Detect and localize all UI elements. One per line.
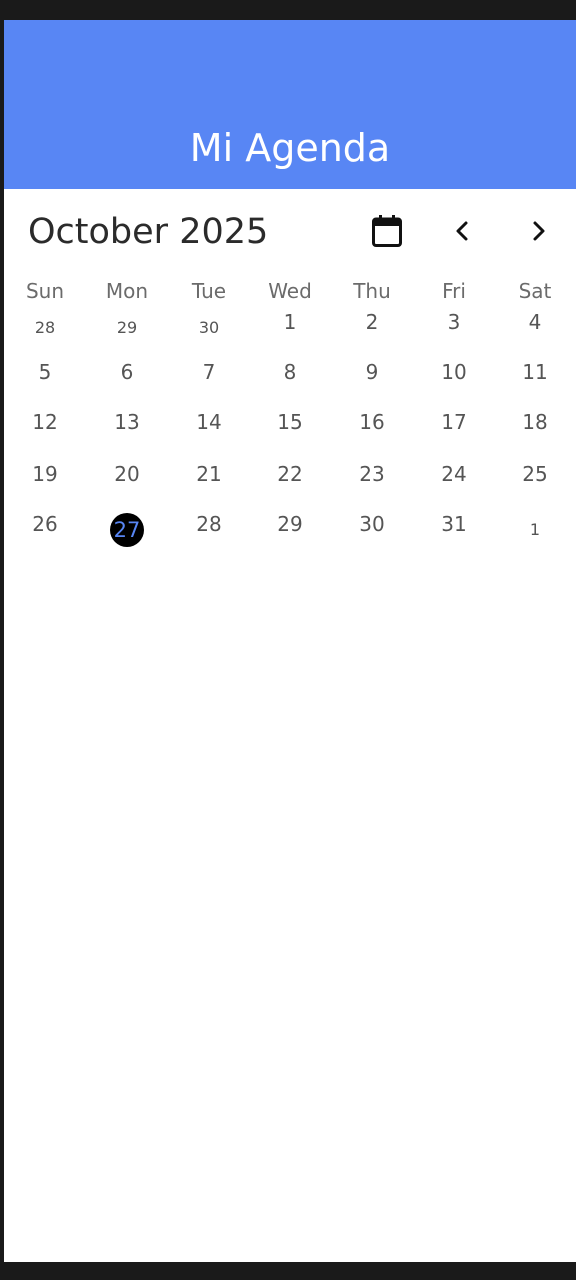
calendar-day[interactable]: 20 [86, 452, 168, 496]
weekday-label: Sun [25, 279, 65, 303]
calendar-day[interactable]: 5 [4, 350, 86, 394]
next-month-button[interactable] [518, 211, 558, 251]
calendar-day[interactable]: 18 [494, 400, 576, 444]
calendar-day[interactable]: 28 [4, 306, 86, 350]
weekday-label: Mon [105, 279, 149, 303]
calendar-grid: 28 29 30 1 2 3 4 5 6 7 8 9 10 11 12 13 1… [4, 306, 576, 566]
calendar-day[interactable]: 14 [168, 400, 250, 444]
calendar-day[interactable]: 30 [331, 502, 413, 546]
app-title: Mi Agenda [189, 126, 391, 170]
calendar-day[interactable]: 8 [249, 350, 331, 394]
app-bar: Mi Agenda [4, 20, 576, 189]
calendar-day[interactable]: 17 [413, 400, 495, 444]
calendar-day[interactable]: 13 [86, 400, 168, 444]
calendar-picker-button[interactable] [367, 211, 407, 251]
calendar-day[interactable]: 6 [86, 350, 168, 394]
calendar-day[interactable]: 10 [413, 350, 495, 394]
month-label[interactable]: October 2025 [28, 209, 268, 255]
calendar-day[interactable]: 12 [4, 400, 86, 444]
calendar-day[interactable]: 23 [331, 452, 413, 496]
bottom-bar [0, 1262, 576, 1280]
calendar-day[interactable]: 30 [168, 306, 250, 350]
calendar-day-selected[interactable]: 27 [86, 508, 168, 552]
calendar-day[interactable]: 21 [168, 452, 250, 496]
previous-month-button[interactable] [443, 211, 483, 251]
calendar-day[interactable]: 15 [249, 400, 331, 444]
app-screen: Mi Agenda October 2025 Sun Mon Tue Wed T… [4, 20, 576, 1262]
chevron-right-icon [528, 219, 548, 243]
calendar-day[interactable]: 25 [494, 452, 576, 496]
calendar-day[interactable]: 9 [331, 350, 413, 394]
calendar-day[interactable]: 31 [413, 502, 495, 546]
weekday-label: Tue [191, 279, 227, 303]
chevron-left-icon [453, 219, 473, 243]
calendar-day[interactable]: 2 [331, 300, 413, 344]
calendar-day[interactable]: 29 [249, 502, 331, 546]
calendar-icon [371, 214, 403, 248]
calendar-day[interactable]: 19 [4, 452, 86, 496]
calendar-day[interactable]: 7 [168, 350, 250, 394]
calendar-day[interactable]: 16 [331, 400, 413, 444]
calendar-day[interactable]: 29 [86, 306, 168, 350]
calendar-header: October 2025 [4, 189, 576, 279]
calendar-day[interactable]: 4 [494, 300, 576, 344]
calendar-day[interactable]: 22 [249, 452, 331, 496]
calendar-day[interactable]: 1 [249, 300, 331, 344]
calendar-day[interactable]: 28 [168, 502, 250, 546]
status-bar [0, 0, 576, 20]
calendar-day[interactable]: 3 [413, 300, 495, 344]
calendar-day[interactable]: 11 [494, 350, 576, 394]
calendar-day[interactable]: 1 [494, 508, 576, 552]
calendar-day[interactable]: 26 [4, 502, 86, 546]
calendar-day[interactable]: 24 [413, 452, 495, 496]
